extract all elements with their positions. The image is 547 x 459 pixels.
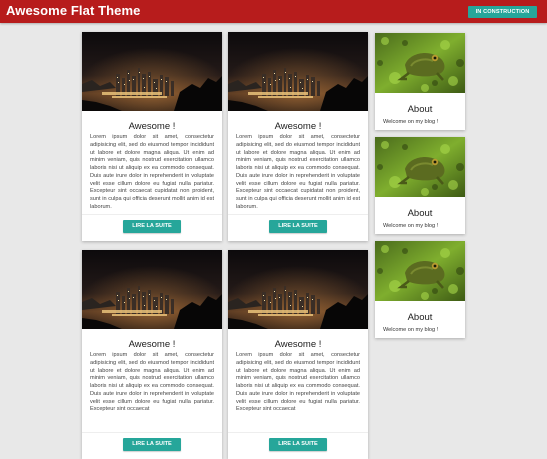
about-text: Welcome on my blog ! (383, 327, 439, 333)
post-excerpt: Lorem ipsum dolor sit amet, consectetur … (236, 134, 360, 210)
post-card: Awesome ! Lorem ipsum dolor sit amet, co… (228, 250, 368, 459)
post-excerpt: Lorem ipsum dolor sit amet, consectetur … (90, 134, 214, 210)
post-title: Awesome ! (128, 339, 176, 350)
city-night-photo (228, 250, 368, 329)
top-app-bar: Awesome Flat Theme IN CONSTRUCTION (0, 0, 547, 23)
post-card: Awesome ! Lorem ipsum dolor sit amet, co… (82, 250, 222, 459)
about-text: Welcome on my blog ! (383, 223, 439, 229)
post-card: Awesome ! Lorem ipsum dolor sit amet, co… (228, 32, 368, 241)
city-night-photo (228, 32, 368, 111)
read-more-button[interactable]: LIRE LA SUITE (123, 220, 181, 233)
site-title[interactable]: Awesome Flat Theme (6, 3, 141, 18)
read-more-button[interactable]: LIRE LA SUITE (269, 220, 327, 233)
frog-on-moss-photo (375, 241, 465, 301)
about-widget: About Welcome on my blog ! (375, 241, 465, 338)
post-title: Awesome ! (128, 121, 176, 132)
frog-on-moss-photo (375, 137, 465, 197)
about-text: Welcome on my blog ! (383, 119, 439, 125)
city-night-photo (82, 32, 222, 111)
card-divider (82, 432, 222, 433)
card-divider (82, 214, 222, 215)
frog-on-moss-photo (375, 33, 465, 93)
about-title: About (407, 208, 433, 219)
post-title: Awesome ! (274, 121, 322, 132)
card-divider (228, 432, 368, 433)
city-night-photo (82, 250, 222, 329)
post-excerpt: Lorem ipsum dolor sit amet, consectetur … (236, 352, 360, 413)
read-more-button[interactable]: LIRE LA SUITE (269, 438, 327, 451)
about-widget: About Welcome on my blog ! (375, 33, 465, 130)
post-excerpt: Lorem ipsum dolor sit amet, consectetur … (90, 352, 214, 413)
read-more-button[interactable]: LIRE LA SUITE (123, 438, 181, 451)
about-title: About (407, 104, 433, 115)
in-construction-button[interactable]: IN CONSTRUCTION (468, 6, 537, 18)
about-widget: About Welcome on my blog ! (375, 137, 465, 234)
post-title: Awesome ! (274, 339, 322, 350)
post-card: Awesome ! Lorem ipsum dolor sit amet, co… (82, 32, 222, 241)
card-divider (228, 214, 368, 215)
about-title: About (407, 312, 433, 323)
